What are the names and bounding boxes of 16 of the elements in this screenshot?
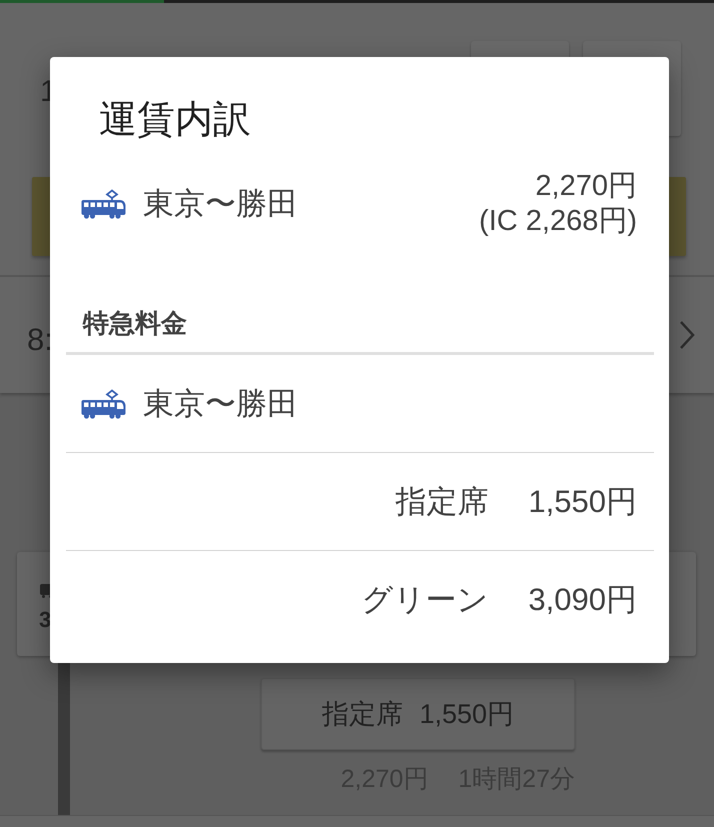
count-text: 3: [39, 607, 52, 633]
seat-price-text: 1,550円: [528, 482, 637, 520]
route-text: 東京〜勝田: [143, 384, 298, 422]
section-heading: 特急料金: [83, 308, 187, 338]
time-text: 8:: [27, 322, 53, 358]
dialog-title: 運賃内訳: [99, 98, 251, 143]
fare-price-text: 2,270円: [535, 169, 637, 204]
seat-type-text: グリーン: [361, 580, 488, 618]
seat-type-text: 指定席: [395, 482, 488, 520]
ic-fare-text: (IC 2,268円): [479, 204, 637, 239]
train-icon: [81, 189, 126, 219]
chevron-right-icon: [679, 320, 695, 350]
seat-price-text: 3,090円: [528, 580, 637, 618]
seat-fare-button[interactable]: 指定席 1,550円: [261, 678, 575, 750]
train-icon: [81, 388, 126, 418]
route-text: 東京〜勝田: [143, 185, 298, 223]
